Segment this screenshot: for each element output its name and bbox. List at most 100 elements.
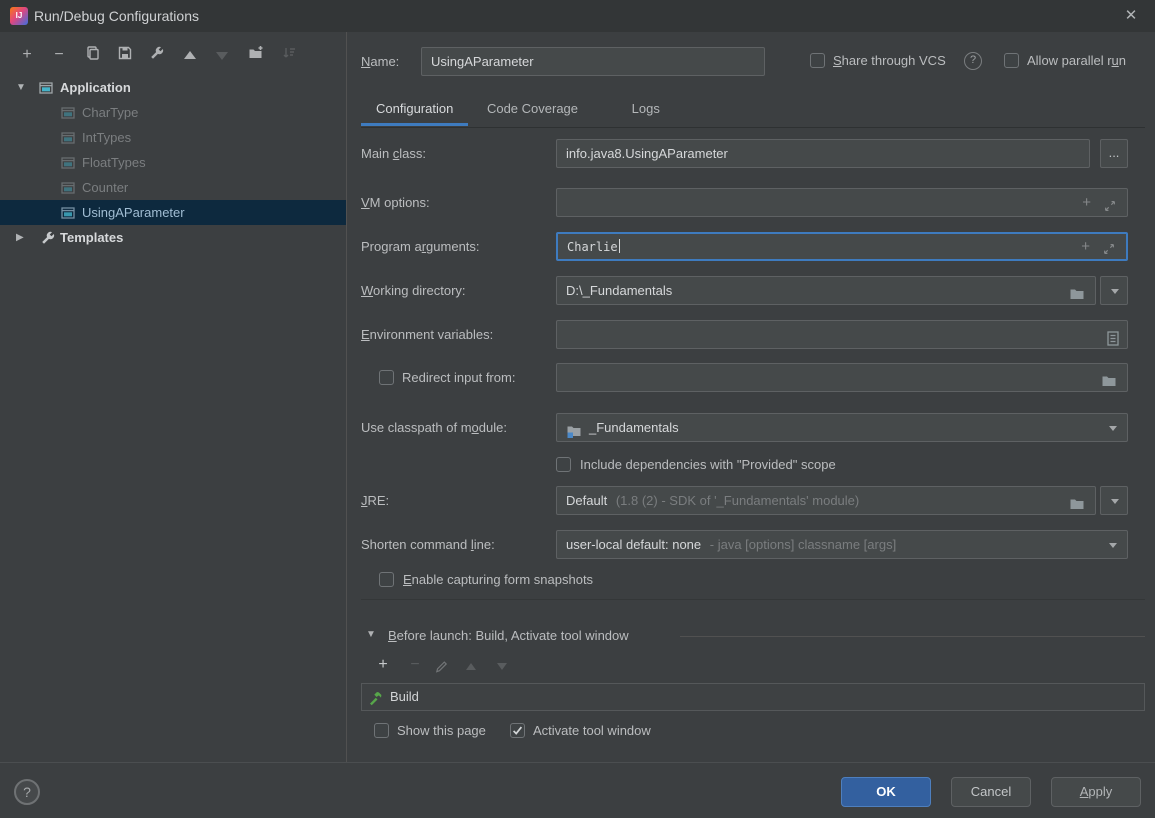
- add-configuration-icon[interactable]: +: [14, 45, 40, 67]
- allow-parallel-run-checkbox[interactable]: [1004, 53, 1019, 68]
- tab-code-coverage[interactable]: Code Coverage: [472, 92, 593, 126]
- include-provided-checkbox[interactable]: [556, 457, 571, 472]
- chevron-down-icon: [1109, 543, 1117, 548]
- move-up-icon[interactable]: [177, 45, 203, 67]
- cancel-button[interactable]: Cancel: [951, 777, 1031, 807]
- main-class-input[interactable]: info.java8.UsingAParameter: [556, 139, 1090, 168]
- label-part: E: [403, 572, 412, 587]
- shorten-command-line-select[interactable]: user-local default: none - java [options…: [556, 530, 1128, 559]
- expand-icon[interactable]: [1103, 195, 1117, 217]
- redirect-input-checkbox[interactable]: [379, 370, 394, 385]
- name-label: Name:: [361, 54, 399, 70]
- folder-icon[interactable]: [1101, 370, 1117, 392]
- share-vcs-label: Share through VCS: [833, 53, 946, 69]
- wrench-icon: [40, 229, 56, 254]
- close-icon[interactable]: ✕: [1114, 4, 1148, 28]
- checkmark-icon: [511, 724, 524, 737]
- footer-separator: [0, 762, 1155, 763]
- environment-variables-label: Environment variables:: [361, 327, 493, 343]
- add-icon[interactable]: +: [1081, 233, 1090, 260]
- tab-logs[interactable]: Logs: [617, 92, 675, 126]
- jre-dropdown-button[interactable]: [1100, 486, 1128, 515]
- tree-item-label: CharType: [82, 100, 138, 125]
- edit-task-icon[interactable]: [434, 659, 449, 677]
- hammer-icon: [368, 689, 384, 715]
- tree-item-label: UsingAParameter: [82, 200, 185, 225]
- working-directory-input[interactable]: D:\_Fundamentals: [556, 276, 1096, 305]
- before-launch-title: Before launch: Build, Activate tool wind…: [388, 628, 629, 644]
- tree-item-usingaparameter-selected[interactable]: UsingAParameter: [0, 200, 346, 225]
- edit-templates-icon[interactable]: [144, 45, 170, 67]
- expand-icon[interactable]: [1102, 239, 1116, 261]
- enable-snapshots-label: Enable capturing form snapshots: [403, 572, 593, 588]
- label-part: Main: [361, 146, 393, 161]
- main-class-label: Main class:: [361, 146, 426, 162]
- save-configuration-icon[interactable]: [112, 45, 138, 67]
- environment-variables-input[interactable]: [556, 320, 1128, 349]
- browse-button[interactable]: ...: [1100, 139, 1128, 168]
- folder-icon[interactable]: [1069, 283, 1085, 305]
- task-row-build[interactable]: Build: [362, 684, 1144, 710]
- tree-group-application[interactable]: ▼ Application: [0, 75, 346, 100]
- shorten-command-line-value: user-local default: none: [566, 537, 701, 552]
- ok-button[interactable]: OK: [841, 777, 931, 807]
- label-part: Allow parallel r: [1027, 53, 1112, 68]
- remove-configuration-icon[interactable]: −: [46, 45, 72, 67]
- help-icon[interactable]: ?: [964, 52, 982, 70]
- share-vcs-checkbox[interactable]: [810, 53, 825, 68]
- tree-item-inttypes[interactable]: IntTypes: [0, 125, 346, 150]
- working-directory-dropdown-button[interactable]: [1100, 276, 1128, 305]
- copy-configuration-icon[interactable]: [80, 45, 106, 67]
- tree-item-counter[interactable]: Counter: [0, 175, 346, 200]
- jre-value-detail: (1.8 (2) - SDK of '_Fundamentals' module…: [616, 493, 859, 508]
- new-folder-icon[interactable]: [243, 45, 269, 67]
- move-task-up-icon[interactable]: [466, 658, 476, 673]
- label-part: E: [361, 327, 370, 342]
- show-this-page-label: Show this page: [397, 723, 486, 739]
- label-part: RE:: [368, 493, 390, 508]
- tab-bar: Configuration Code Coverage Logs: [361, 92, 1145, 128]
- apply-button[interactable]: Apply: [1051, 777, 1141, 807]
- redirect-input-field[interactable]: [556, 363, 1128, 392]
- tree-item-label: FloatTypes: [82, 150, 146, 175]
- tree-item-chartype[interactable]: CharType: [0, 100, 346, 125]
- classpath-module-value: _Fundamentals: [589, 420, 679, 435]
- tree-item-floattypes[interactable]: FloatTypes: [0, 150, 346, 175]
- tree-group-templates[interactable]: ▶ Templates: [0, 225, 346, 250]
- label-part: ine:: [474, 537, 495, 552]
- name-input[interactable]: UsingAParameter: [421, 47, 765, 76]
- label-part: nvironment variables:: [370, 327, 494, 342]
- label-part: u: [1112, 53, 1119, 68]
- add-icon[interactable]: +: [1082, 189, 1091, 216]
- text-cursor: [619, 239, 620, 253]
- working-directory-value: D:\_Fundamentals: [566, 283, 672, 298]
- label-part: nable capturing form snapshots: [412, 572, 593, 587]
- help-button[interactable]: ?: [14, 779, 40, 805]
- chevron-down-icon[interactable]: ▼: [366, 629, 376, 640]
- tree-item-label: IntTypes: [82, 125, 131, 150]
- tree-group-label: Application: [60, 75, 131, 100]
- sort-configurations-icon[interactable]: [276, 45, 302, 67]
- move-down-icon[interactable]: [209, 45, 235, 67]
- folder-icon[interactable]: [1069, 493, 1085, 515]
- task-label: Build: [390, 689, 419, 704]
- vm-options-input[interactable]: +: [556, 188, 1128, 217]
- browse-variables-icon[interactable]: [1107, 328, 1119, 349]
- remove-task-icon[interactable]: −: [404, 656, 426, 674]
- label-part: Shorten command: [361, 537, 471, 552]
- program-arguments-input[interactable]: Charlie +: [556, 232, 1128, 261]
- label-part: n: [1119, 53, 1126, 68]
- enable-snapshots-checkbox[interactable]: [379, 572, 394, 587]
- chevron-down-icon: [1111, 289, 1119, 294]
- show-this-page-checkbox[interactable]: [374, 723, 389, 738]
- jre-label: JRE:: [361, 493, 389, 509]
- jre-select[interactable]: Default (1.8 (2) - SDK of '_Fundamentals…: [556, 486, 1096, 515]
- add-task-icon[interactable]: +: [372, 656, 394, 674]
- tab-configuration[interactable]: Configuration: [361, 92, 468, 126]
- move-task-down-icon[interactable]: [497, 658, 507, 673]
- label-part: ame:: [370, 54, 399, 69]
- activate-tool-window-checkbox[interactable]: [510, 723, 525, 738]
- classpath-module-select[interactable]: _Fundamentals: [556, 413, 1128, 442]
- label-part: V: [361, 195, 370, 210]
- form-separator: [361, 599, 1145, 600]
